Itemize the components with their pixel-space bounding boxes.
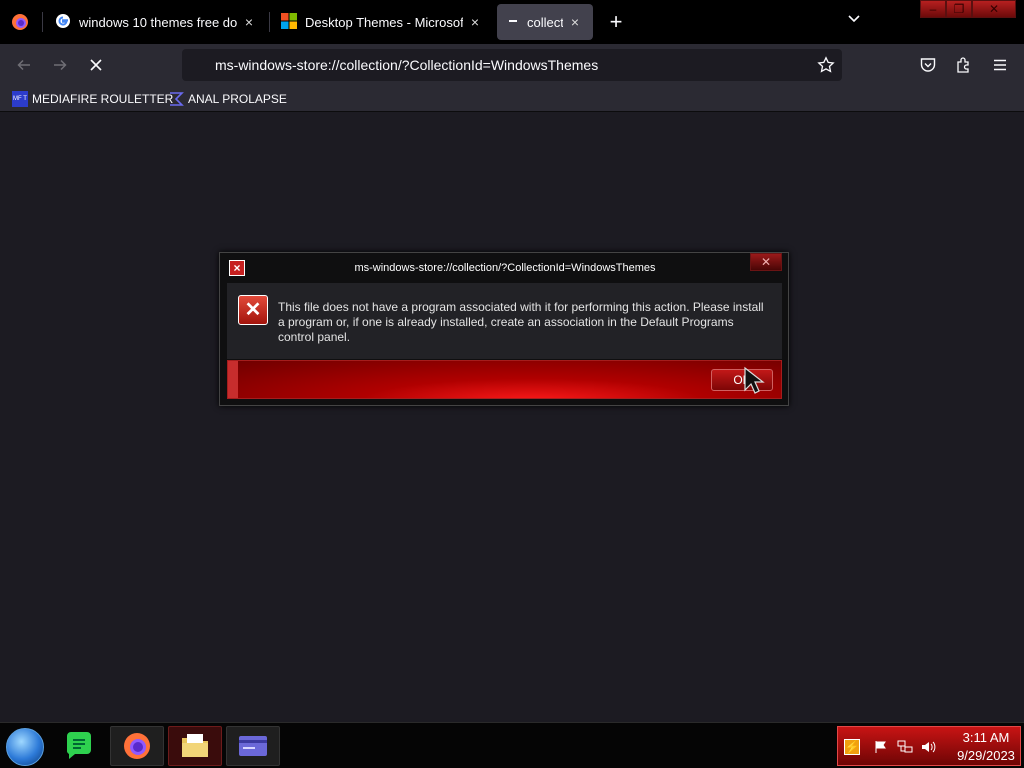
tab-title: windows 10 themes free downl — [79, 14, 237, 30]
window-close-button[interactable]: ✕ — [972, 0, 1016, 18]
firefox-icon — [124, 733, 150, 759]
taskbar-file-explorer[interactable] — [168, 726, 222, 766]
sigma-icon — [168, 91, 184, 107]
stop-loading-icon[interactable] — [84, 53, 108, 77]
restore-button[interactable]: ❐ — [946, 0, 972, 18]
bookmark-mediafire-rouletter[interactable]: MF T MEDIAFIRE ROULETTER — [12, 90, 173, 108]
bookmark-star-icon[interactable] — [817, 56, 835, 79]
taskbar-control-panel[interactable] — [226, 726, 280, 766]
tab-close-button[interactable]: × — [567, 14, 583, 30]
forward-arrow-icon[interactable] — [48, 53, 72, 77]
tab-separator — [269, 12, 270, 32]
card-window-icon — [239, 736, 267, 756]
dialog-button-area: OK — [227, 360, 782, 399]
loading-icon — [507, 15, 519, 30]
tab-google-search[interactable]: windows 10 themes free downl × — [45, 4, 267, 40]
taskbar: ⚡ 3:11 AM 9/29/2023 — [0, 722, 1024, 768]
tab-title: collectio — [527, 14, 563, 30]
minimize-button[interactable]: – — [920, 0, 946, 18]
google-icon — [55, 13, 71, 32]
mediafire-logo-icon: MF T — [12, 91, 28, 107]
clock-time[interactable]: 3:11 AM — [951, 730, 1021, 745]
bookmark-anal-prolapse[interactable]: ANAL PROLAPSE — [168, 90, 287, 108]
network-icon[interactable] — [897, 739, 913, 755]
tab-close-button[interactable]: × — [467, 14, 483, 30]
bookmarks-toolbar: MF T MEDIAFIRE ROULETTER ANAL PROLAPSE — [0, 86, 1024, 112]
dialog-message: This file does not have a program associ… — [278, 300, 764, 344]
start-orb-button[interactable] — [6, 728, 44, 766]
bookmark-label: MEDIAFIRE ROULETTER — [32, 92, 174, 106]
pocket-icon[interactable] — [916, 53, 940, 77]
taskbar-chat-app[interactable] — [52, 726, 106, 766]
tab-desktop-themes[interactable]: Desktop Themes - Microsoft Su × — [271, 4, 493, 40]
tab-title: Desktop Themes - Microsoft Su — [305, 14, 463, 30]
url-text[interactable]: ms-windows-store://collection/?Collectio… — [215, 57, 598, 73]
dialog-footer-edge — [228, 361, 238, 398]
extensions-puzzle-icon[interactable] — [952, 53, 976, 77]
address-bar[interactable]: ms-windows-store://collection/?Collectio… — [182, 49, 842, 81]
clock-date[interactable]: 9/29/2023 — [951, 748, 1021, 763]
error-x-icon: ✕ — [238, 295, 268, 325]
microsoft-icon — [281, 12, 297, 32]
hamburger-menu-icon[interactable] — [988, 53, 1012, 77]
action-center-flag-icon[interactable] — [873, 739, 889, 755]
navigation-toolbar: ms-windows-store://collection/?Collectio… — [0, 44, 1024, 86]
page-content — [0, 112, 1024, 722]
new-tab-button[interactable]: + — [604, 10, 628, 34]
volume-icon[interactable] — [921, 739, 937, 755]
system-tray: ⚡ 3:11 AM 9/29/2023 — [837, 726, 1021, 766]
back-arrow-icon[interactable] — [12, 53, 36, 77]
taskbar-firefox[interactable] — [110, 726, 164, 766]
tab-collection-active[interactable]: collectio × — [497, 4, 593, 40]
list-all-tabs-chevron-icon[interactable] — [842, 10, 866, 34]
tab-bar: windows 10 themes free downl × Desktop T… — [0, 0, 1024, 44]
dialog-close-button[interactable]: ✕ — [750, 253, 782, 271]
dialog-title: ms-windows-store://collection/?Collectio… — [354, 262, 656, 274]
folder-icon — [182, 734, 208, 757]
firefox-view-icon[interactable] — [8, 10, 32, 34]
mouse-pointer-icon — [742, 366, 772, 396]
power-plug-icon[interactable]: ⚡ — [844, 739, 860, 755]
dialog-body: ✕ This file does not have a program asso… — [227, 283, 782, 359]
bookmark-label: ANAL PROLAPSE — [188, 92, 287, 106]
tab-close-button[interactable]: × — [241, 14, 257, 30]
green-chat-icon — [66, 732, 91, 759]
error-dialog: × ms-windows-store://collection/?Collect… — [219, 252, 789, 406]
tab-separator — [42, 12, 43, 32]
